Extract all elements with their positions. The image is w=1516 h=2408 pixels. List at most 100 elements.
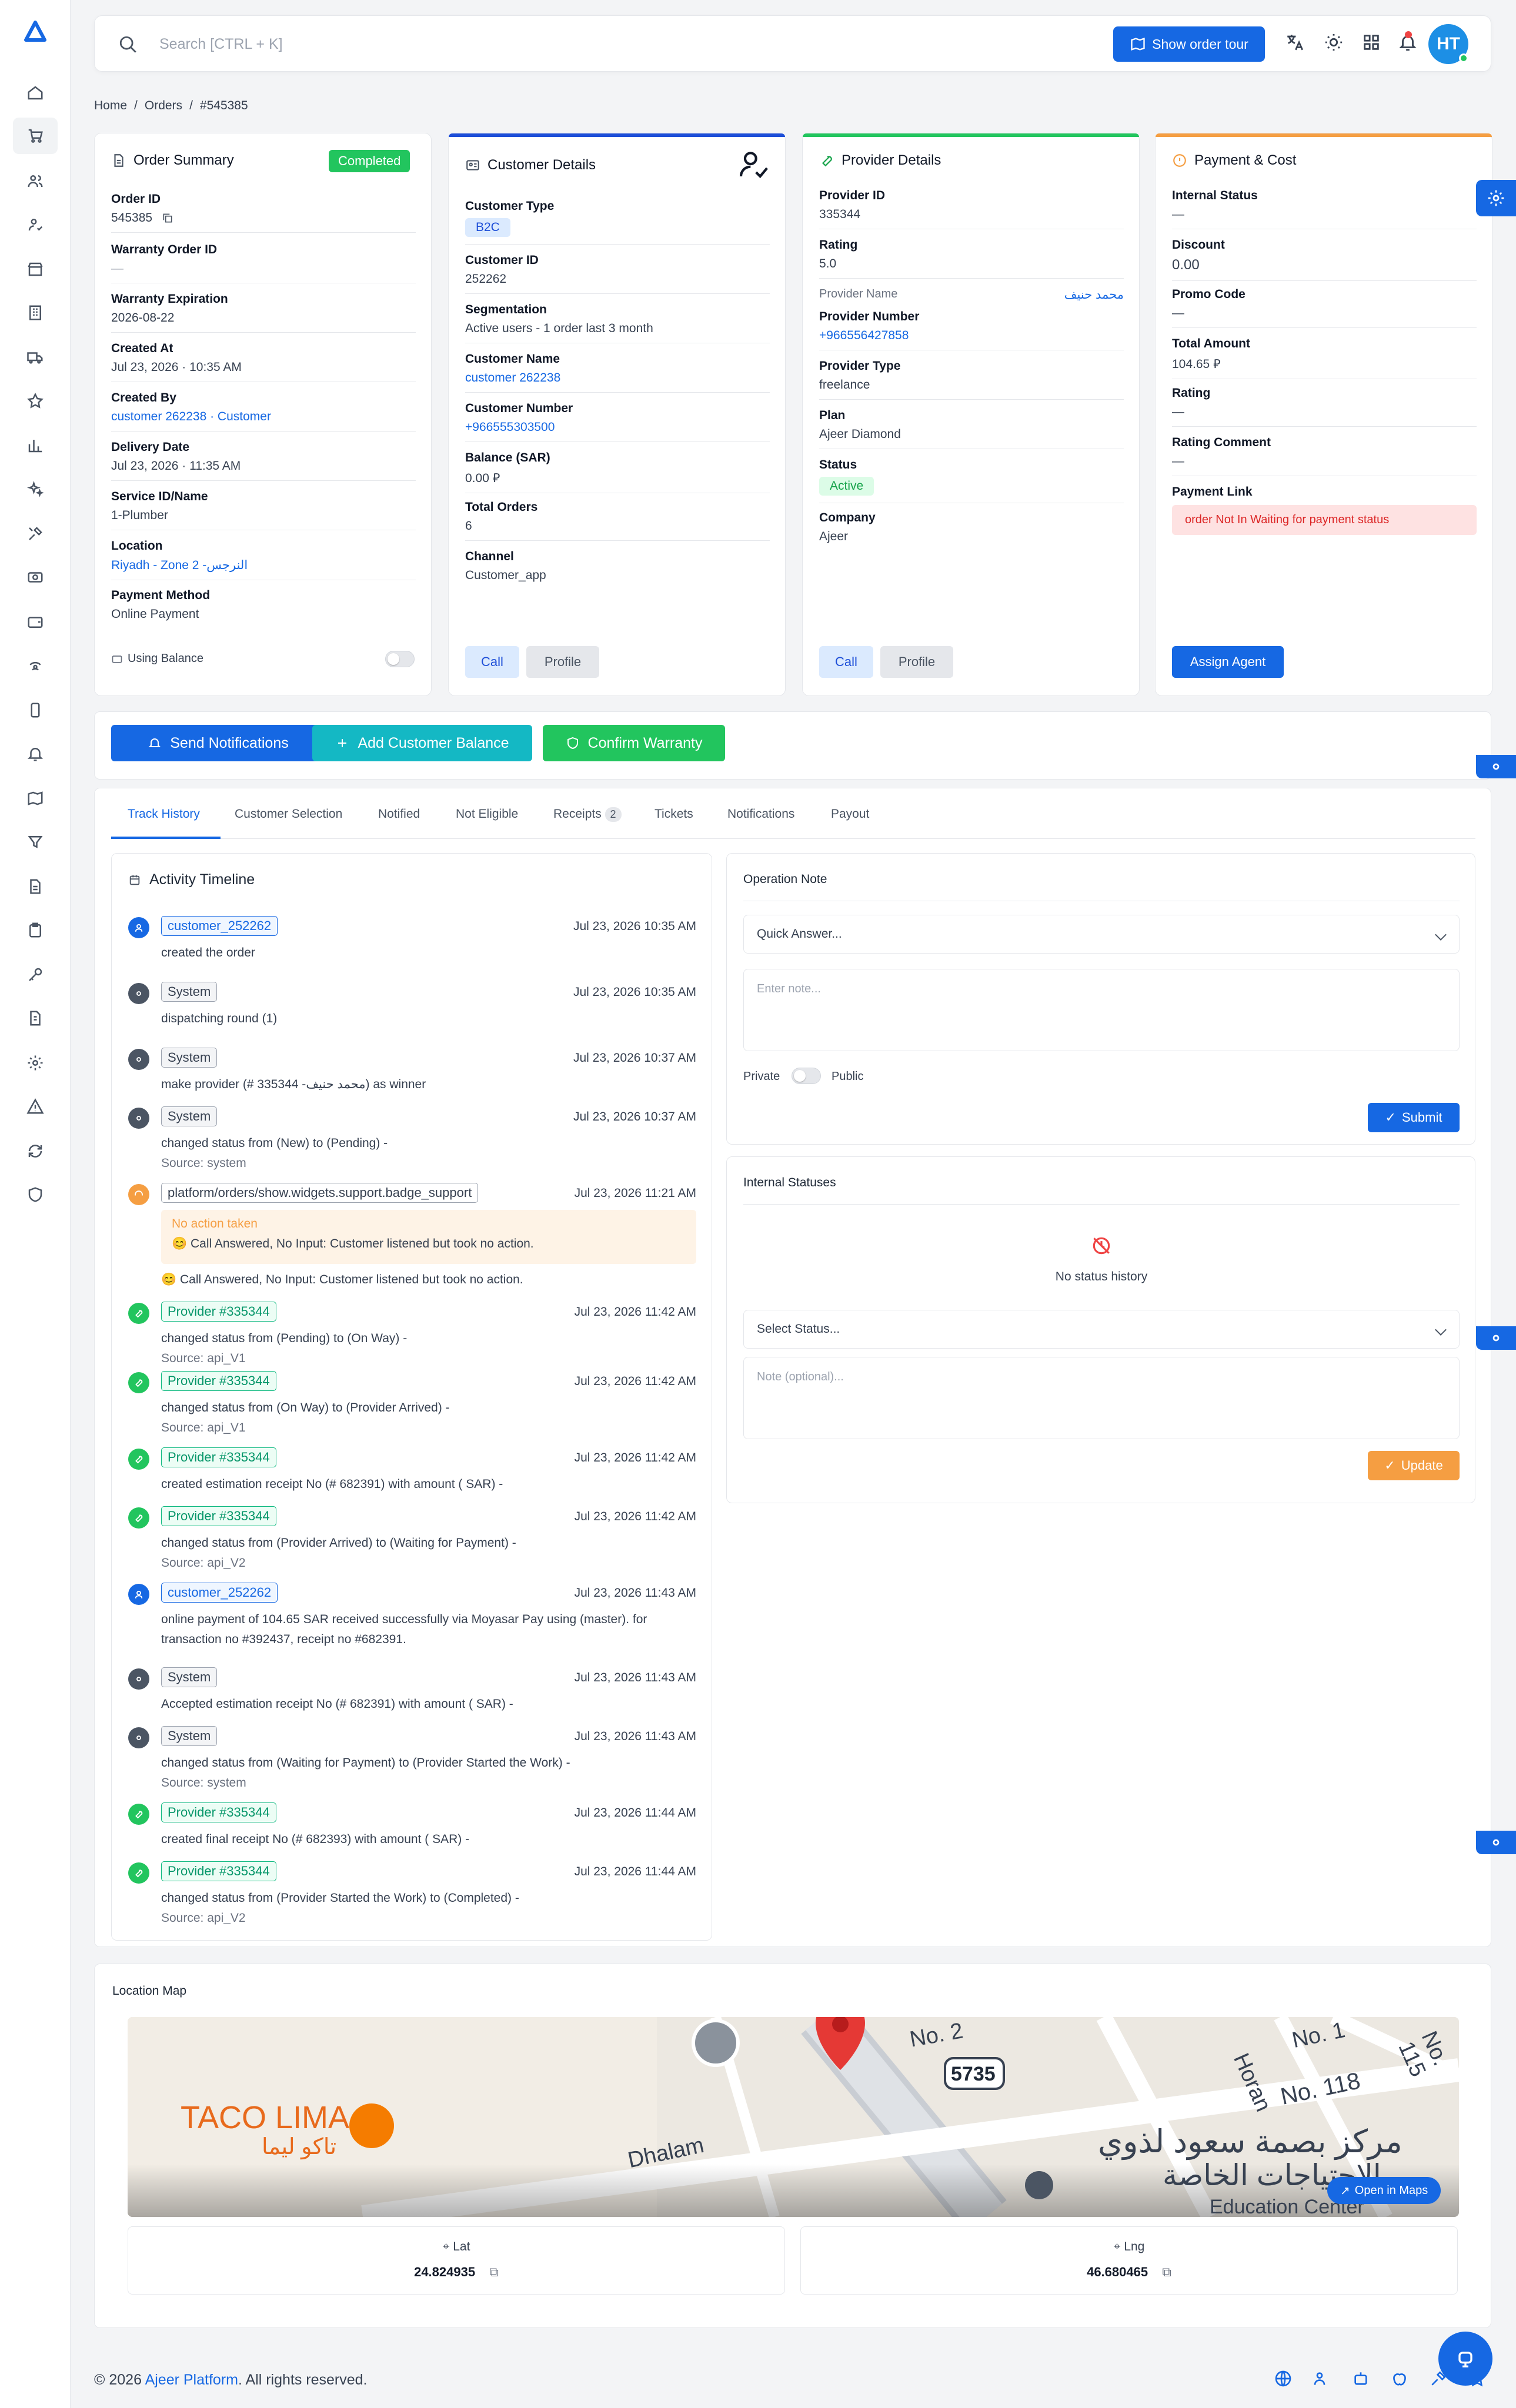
tab-notified[interactable]: Notified [378,807,420,821]
visibility-toggle[interactable] [792,1068,821,1084]
chart-icon[interactable] [24,434,47,457]
search-input[interactable]: Search [CTRL + K] [159,36,283,53]
open-in-maps-button[interactable]: ↗ Open in Maps [1327,2177,1441,2204]
sparkles-icon[interactable] [24,477,47,501]
alarm-icon[interactable] [24,742,47,765]
event-actor-tag[interactable]: Provider #335344 [161,1861,276,1881]
tools-icon[interactable] [24,522,47,546]
tabs-divider [111,838,1475,839]
settings-drawer-tab[interactable] [1476,1326,1516,1350]
payment-cost-header: Payment & Cost [1172,152,1296,169]
event-source: Source: api_V1 [161,1421,246,1434]
tab-customer-selection[interactable]: Customer Selection [235,807,342,821]
mobile-icon[interactable] [24,698,47,722]
users-icon[interactable] [24,169,47,193]
document-icon[interactable] [24,875,47,898]
theme-sun-icon[interactable] [1324,32,1347,56]
settings-icon[interactable] [24,1051,47,1075]
tab-notifications[interactable]: Notifications [727,807,794,821]
wallet-icon[interactable] [24,610,47,634]
support-chat-button[interactable] [1438,2332,1492,2386]
event-actor-tag[interactable]: Provider #335344 [161,1506,276,1526]
shield-icon[interactable] [24,1183,47,1206]
map-view[interactable]: TACO LIMA تاكو ليما Dhalam 5735 No. 118 … [128,2017,1459,2217]
clipboard-icon[interactable] [24,918,47,942]
breadcrumb-home[interactable]: Home [94,99,127,112]
submit-note-button[interactable]: ✓ Submit [1368,1103,1460,1132]
ajeer-logo-icon[interactable] [24,20,47,44]
map-icon[interactable] [24,787,47,810]
event-actor-tag[interactable]: Provider #335344 [161,1371,276,1391]
key-icon[interactable] [24,963,47,986]
apps-grid-icon[interactable] [1361,32,1385,56]
user-check-icon[interactable] [24,213,47,236]
tab-receipts[interactable]: Receipts 2 [553,807,622,822]
customer-number-link[interactable]: +966555303500 [465,420,770,434]
home-icon[interactable] [24,81,47,105]
cash-icon[interactable] [24,566,47,589]
building-icon[interactable] [24,301,47,325]
field-label: Company [819,511,876,524]
provider-profile-button[interactable]: Profile [880,646,953,678]
user-avatar[interactable]: HT [1428,24,1468,64]
created-by-link[interactable]: customer 262238 · Customer [111,410,416,424]
globe-icon[interactable] [1274,2369,1295,2390]
event-text: online payment of 104.65 SAR received su… [161,1613,647,1646]
robot-icon[interactable] [1351,2369,1373,2390]
refresh-icon[interactable] [24,1139,47,1163]
assign-agent-button[interactable]: Assign Agent [1172,646,1284,678]
copy-icon[interactable]: ⧉ [1162,2265,1171,2279]
warning-icon[interactable] [24,1095,47,1118]
customer-profile-button[interactable]: Profile [526,646,599,678]
broadcast-icon[interactable] [24,654,47,677]
confirm-warranty-button[interactable]: Confirm Warranty [543,725,725,761]
truck-icon[interactable] [24,346,47,369]
bell-icon [148,738,161,747]
provider-name-link[interactable]: محمد حنيف [1064,287,1124,302]
event-actor-tag[interactable]: customer_252262 [161,916,278,936]
copy-icon[interactable] [162,212,173,224]
customer-name-link[interactable]: customer 262238 [465,371,770,385]
send-notifications-button[interactable]: Send Notifications [111,725,325,761]
provider-call-button[interactable]: Call [819,646,873,678]
settings-drawer-tab[interactable] [1476,755,1516,778]
add-customer-balance-button[interactable]: Add Customer Balance [312,725,532,761]
search-icon[interactable] [118,35,138,55]
filter-icon[interactable] [24,830,47,854]
star-icon[interactable] [24,389,47,413]
apple-icon[interactable] [1390,2369,1411,2390]
footer-brand-link[interactable]: Ajeer Platform [145,2372,238,2388]
provider-number-link[interactable]: +966556427858 [819,329,1124,343]
translate-icon[interactable] [1285,32,1308,56]
field-service: Service ID/Name 1-Plumber [111,490,416,530]
copy-icon[interactable]: ⧉ [489,2265,499,2279]
tab-not-eligible[interactable]: Not Eligible [456,807,518,821]
users-icon[interactable] [1313,2369,1334,2390]
using-balance-toggle[interactable] [385,651,415,667]
update-status-button[interactable]: ✓ Update [1368,1451,1460,1480]
field-warranty-expiration: Warranty Expiration 2026-08-22 [111,292,416,333]
field-value: 5.0 [819,257,837,270]
tab-tickets[interactable]: Tickets [655,807,693,821]
location-link[interactable]: Riyadh - Zone 2 -النرجس [111,558,416,573]
settings-drawer-tab[interactable] [1476,1831,1516,1854]
quick-answer-select[interactable]: Quick Answer... [743,915,1460,954]
event-actor-tag[interactable]: Provider #335344 [161,1447,276,1467]
event-actor-tag[interactable]: customer_252262 [161,1583,278,1603]
invoice-icon[interactable] [24,1006,47,1030]
show-order-tour-button[interactable]: Show order tour [1113,26,1265,62]
tab-payout[interactable]: Payout [831,807,869,821]
note-textarea[interactable]: Enter note... [743,969,1460,1051]
breadcrumb-orders[interactable]: Orders [145,99,182,112]
event-actor-tag[interactable]: Provider #335344 [161,1302,276,1322]
orders-cart-icon[interactable] [13,118,58,154]
store-icon[interactable] [24,257,47,281]
status-note-textarea[interactable]: Note (optional)... [743,1357,1460,1439]
event-actor-tag[interactable]: Provider #335344 [161,1802,276,1822]
status-select[interactable]: Select Status... [743,1310,1460,1349]
customer-call-button[interactable]: Call [465,646,519,678]
event-time: Jul 23, 2026 11:42 AM [574,1451,696,1464]
settings-drawer-tab[interactable] [1476,180,1516,216]
tab-track-history[interactable]: Track History [128,807,200,821]
field-value: 104.65 ⃁ [1172,357,1221,371]
